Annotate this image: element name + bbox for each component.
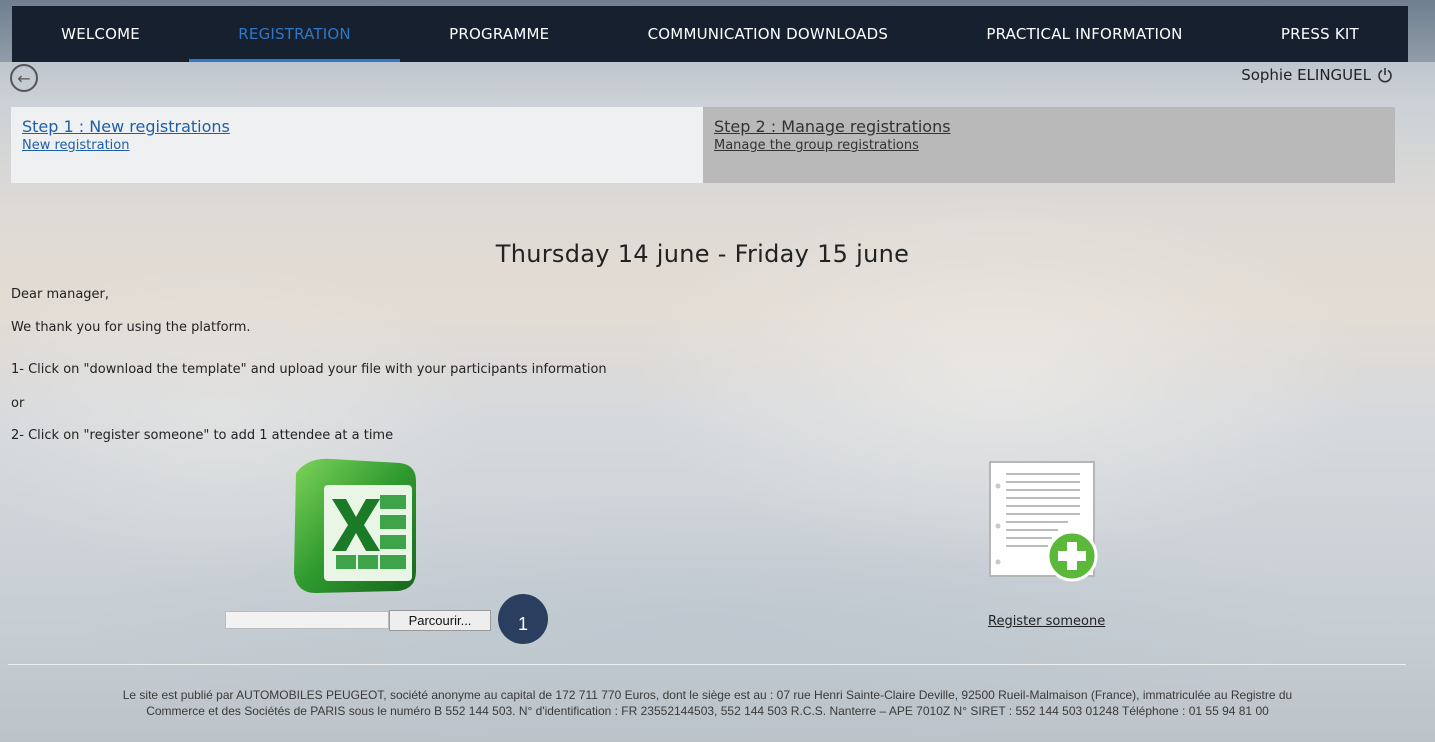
step-number-badge: 1 <box>498 594 548 644</box>
arrow-left-circle-icon[interactable]: ← <box>10 64 38 92</box>
step-1: Step 1 : New registrations New registrat… <box>11 107 703 183</box>
instruction-2: 2- Click on "register someone" to add 1 … <box>11 428 394 443</box>
nav-registration[interactable]: REGISTRATION <box>189 6 400 62</box>
greeting-text: Dear manager, <box>11 287 110 302</box>
step-2: Step 2 : Manage registrations Manage the… <box>703 107 1395 183</box>
user-name: Sophie ELINGUEL <box>1241 66 1371 84</box>
browse-button[interactable]: Parcourir... <box>389 610 491 631</box>
nav-welcome[interactable]: WELCOME <box>12 6 189 62</box>
new-registration-link[interactable]: New registration <box>22 138 692 153</box>
step-2-title-link[interactable]: Step 2 : Manage registrations <box>714 117 1384 136</box>
or-text: or <box>11 396 25 411</box>
steps-bar: Step 1 : New registrations New registrat… <box>11 107 1395 183</box>
nav-press-kit[interactable]: PRESS KIT <box>1232 6 1408 62</box>
user-menu: Sophie ELINGUEL <box>1241 66 1393 84</box>
document-add-icon[interactable] <box>988 460 1100 582</box>
nav-programme[interactable]: PROGRAMME <box>400 6 598 62</box>
file-path-field[interactable] <box>225 611 389 629</box>
register-someone-link[interactable]: Register someone <box>988 614 1105 629</box>
legal-footer: Le site est publié par AUTOMOBILES PEUGE… <box>20 687 1395 719</box>
footer-line-2: Commerce et des Sociétés de PARIS sous l… <box>146 704 1269 718</box>
nav-communication-downloads[interactable]: COMMUNICATION DOWNLOADS <box>598 6 937 62</box>
thanks-text: We thank you for using the platform. <box>11 320 251 335</box>
event-date-range: Thursday 14 june - Friday 15 june <box>495 240 910 268</box>
excel-icon[interactable] <box>288 455 424 595</box>
instruction-1: 1- Click on "download the template" and … <box>11 362 607 377</box>
footer-divider <box>8 664 1406 665</box>
power-icon[interactable] <box>1377 67 1393 83</box>
top-navigation: WELCOME REGISTRATION PROGRAMME COMMUNICA… <box>12 6 1408 62</box>
manage-group-registrations-link[interactable]: Manage the group registrations <box>714 138 1384 153</box>
nav-practical-information[interactable]: PRACTICAL INFORMATION <box>937 6 1231 62</box>
footer-line-1: Le site est publié par AUTOMOBILES PEUGE… <box>122 688 1293 702</box>
step-1-title-link[interactable]: Step 1 : New registrations <box>22 117 692 136</box>
